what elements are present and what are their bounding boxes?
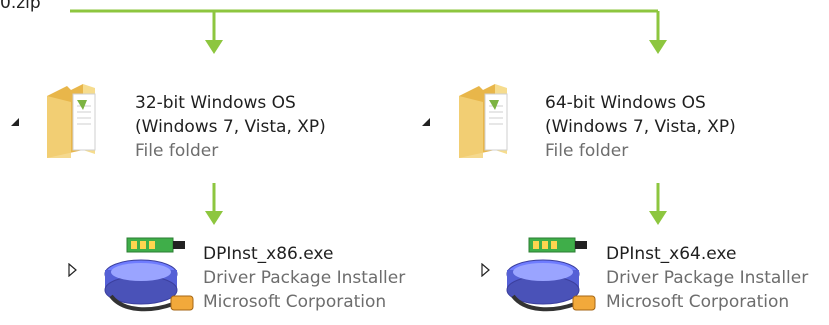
file-description: Driver Package Installer [606,268,809,288]
folder-subtitle: (Windows 7, Vista, XP) [135,117,326,137]
folder-icon[interactable] [43,80,123,164]
file-company: Microsoft Corporation [606,292,790,312]
driver-installer-icon[interactable] [505,232,601,325]
driver-installer-icon[interactable] [103,232,199,325]
file-name: DPInst_x86.exe [203,244,334,264]
file-name: DPInst_x64.exe [606,244,737,264]
expand-arrow-icon[interactable] [11,118,19,126]
folder-subtitle: (Windows 7, Vista, XP) [545,117,736,137]
folder-details[interactable]: 64-bit Windows OS (Windows 7, Vista, XP)… [545,91,736,163]
collapse-arrow-icon[interactable] [481,262,491,281]
expand-arrow-icon[interactable] [422,118,430,126]
folder-title: 64-bit Windows OS [545,93,706,113]
file-details[interactable]: DPInst_x64.exe Driver Package Installer … [606,242,808,314]
file-description: Driver Package Installer [203,268,406,288]
file-details[interactable]: DPInst_x86.exe Driver Package Installer … [203,242,405,314]
folder-type: File folder [545,141,629,161]
folder-type: File folder [135,141,219,161]
folder-title: 32-bit Windows OS [135,93,296,113]
folder-details[interactable]: 32-bit Windows OS (Windows 7, Vista, XP)… [135,91,326,163]
file-company: Microsoft Corporation [203,292,387,312]
collapse-arrow-icon[interactable] [68,262,78,281]
folder-icon[interactable] [455,80,535,164]
